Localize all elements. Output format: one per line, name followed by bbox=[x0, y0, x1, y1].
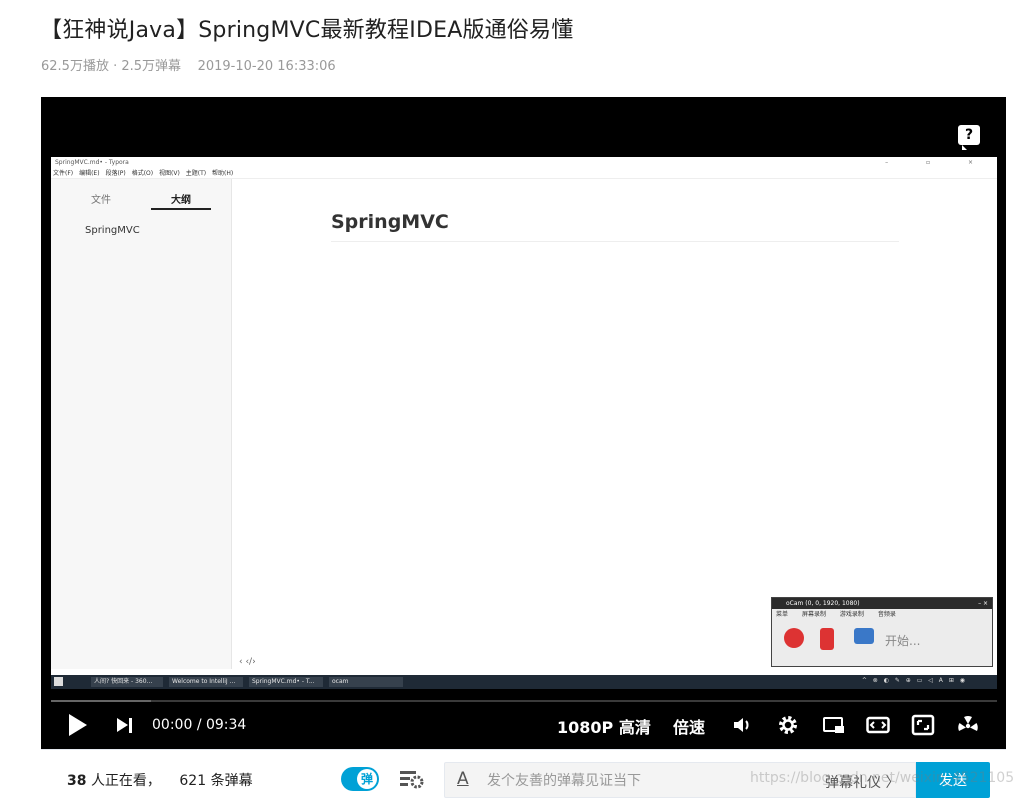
danmaku-count: 621 bbox=[179, 773, 207, 789]
video-meta: 62.5万播放 · 2.5万弹幕 2019-10-20 16:33:06 bbox=[41, 55, 336, 74]
viewer-label: 人正在看， bbox=[90, 773, 161, 789]
source-toggle: ‹ ‹/› bbox=[239, 657, 256, 667]
publish-date: 2019-10-20 16:33:06 bbox=[197, 59, 336, 74]
danmaku-total: 2.5万弹幕 bbox=[121, 59, 182, 74]
menu-edit: 编辑(E) bbox=[79, 170, 100, 177]
windows-start-icon bbox=[54, 677, 63, 686]
ocam-tab: 屏幕录制 bbox=[801, 611, 826, 618]
help-icon[interactable]: ? bbox=[958, 125, 980, 150]
play-icon[interactable] bbox=[69, 714, 87, 736]
current-time: 00:00 bbox=[152, 717, 193, 733]
danmaku-toggle-label: 弹 bbox=[357, 769, 377, 789]
ocam-window: oCam (0, 0, 1920, 1080) – × 菜单 屏幕录制 游戏录制… bbox=[771, 597, 993, 667]
ocam-close: – × bbox=[978, 600, 988, 607]
sidebar-tabs: 文件 大纲 bbox=[51, 179, 231, 213]
viewer-count: 38 bbox=[67, 773, 87, 789]
ocam-tab: 游戏录制 bbox=[839, 611, 864, 618]
ocam-title-text: oCam (0, 0, 1920, 1080) bbox=[786, 600, 860, 607]
quality-button[interactable]: 1080P 高清 bbox=[557, 714, 651, 738]
menu-file: 文件(F) bbox=[53, 170, 74, 177]
ocam-title: oCam (0, 0, 1920, 1080) – × bbox=[772, 598, 992, 609]
radiation-icon[interactable] bbox=[956, 713, 980, 737]
typora-window-title: SpringMVC.md• - Typora – ▫ × bbox=[51, 157, 997, 169]
viewer-info: 38 人正在看， 621 条弹幕 bbox=[67, 770, 253, 790]
settings-gear-icon[interactable] bbox=[776, 713, 800, 737]
danmaku-toggle[interactable]: 弹 bbox=[341, 767, 379, 791]
menu-format: 格式(O) bbox=[131, 170, 154, 177]
video-frame[interactable]: SpringMVC.md• - Typora – ▫ × 文件(F) 编辑(E)… bbox=[51, 157, 997, 689]
taskbar-item: Welcome to IntelliJ ... bbox=[169, 677, 243, 687]
tab-files: 文件 bbox=[91, 195, 111, 206]
document-heading: SpringMVC bbox=[331, 211, 449, 233]
time-separator: / bbox=[196, 717, 202, 733]
window-controls: – ▫ × bbox=[885, 159, 991, 166]
play-count: 62.5万播放 bbox=[41, 59, 109, 74]
control-bar: 00:00 / 09:34 1080P 高清 倍速 bbox=[41, 702, 1006, 749]
menu-paragraph: 段落(P) bbox=[105, 170, 126, 177]
tab-outline: 大纲 bbox=[171, 195, 191, 206]
picture-in-picture-icon[interactable] bbox=[821, 713, 845, 737]
menu-help: 帮助(H) bbox=[212, 170, 234, 177]
taskbar-item: ocam bbox=[329, 677, 403, 687]
menu-view: 视图(V) bbox=[159, 170, 180, 177]
taskbar-item: 人间? 快回来 - 360... bbox=[91, 677, 163, 687]
danmaku-input[interactable] bbox=[487, 771, 787, 791]
video-player[interactable]: ? SpringMVC.md• - Typora – ▫ × 文件(F) 编辑(… bbox=[41, 97, 1006, 749]
stop-record-icon bbox=[784, 628, 804, 648]
ocam-start-label: 开始... bbox=[885, 634, 921, 648]
tab-underline bbox=[151, 208, 211, 210]
screen-capture-icon bbox=[854, 628, 874, 644]
widescreen-icon[interactable] bbox=[866, 713, 890, 737]
time-display: 00:00 / 09:34 bbox=[152, 717, 246, 733]
typora-sidebar: 文件 大纲 SpringMVC bbox=[51, 179, 232, 669]
system-tray: ^ ⊗ ◐ ✎ ⊕ ▭ ◁ A ⊞ ◉ bbox=[861, 677, 967, 684]
volume-icon[interactable] bbox=[731, 713, 755, 737]
next-icon[interactable] bbox=[117, 718, 133, 733]
video-title: 【狂神说Java】SpringMVC最新教程IDEA版通俗易懂 bbox=[40, 18, 574, 43]
danmaku-label: 条弹幕 bbox=[210, 773, 253, 789]
watermark: https://blog.csdn.net/weixin_4521105 bbox=[750, 770, 1015, 786]
windows-taskbar: 人间? 快回来 - 360... Welcome to IntelliJ ...… bbox=[51, 675, 997, 689]
fullscreen-icon[interactable] bbox=[911, 713, 935, 737]
heading-divider bbox=[331, 241, 899, 242]
ocam-tabs: 菜单 屏幕录制 游戏录制 音频录 bbox=[772, 609, 992, 620]
duration: 09:34 bbox=[205, 717, 247, 733]
pause-record-icon bbox=[820, 628, 834, 650]
typora-title-text: SpringMVC.md• - Typora bbox=[55, 159, 129, 166]
menu-theme: 主题(T) bbox=[185, 170, 207, 177]
typora-menubar: 文件(F) 编辑(E) 段落(P) 格式(O) 视图(V) 主题(T) 帮助(H… bbox=[51, 169, 997, 179]
speed-button[interactable]: 倍速 bbox=[673, 714, 705, 738]
outline-item: SpringMVC bbox=[85, 225, 140, 236]
font-style-icon[interactable]: A bbox=[457, 769, 469, 789]
danmaku-settings-icon[interactable] bbox=[399, 769, 425, 789]
ocam-tab: 音频录 bbox=[877, 611, 896, 618]
taskbar-item: SpringMVC.md• - T... bbox=[249, 677, 323, 687]
meta-separator: · bbox=[113, 59, 118, 74]
ocam-tab: 菜单 bbox=[776, 611, 789, 618]
